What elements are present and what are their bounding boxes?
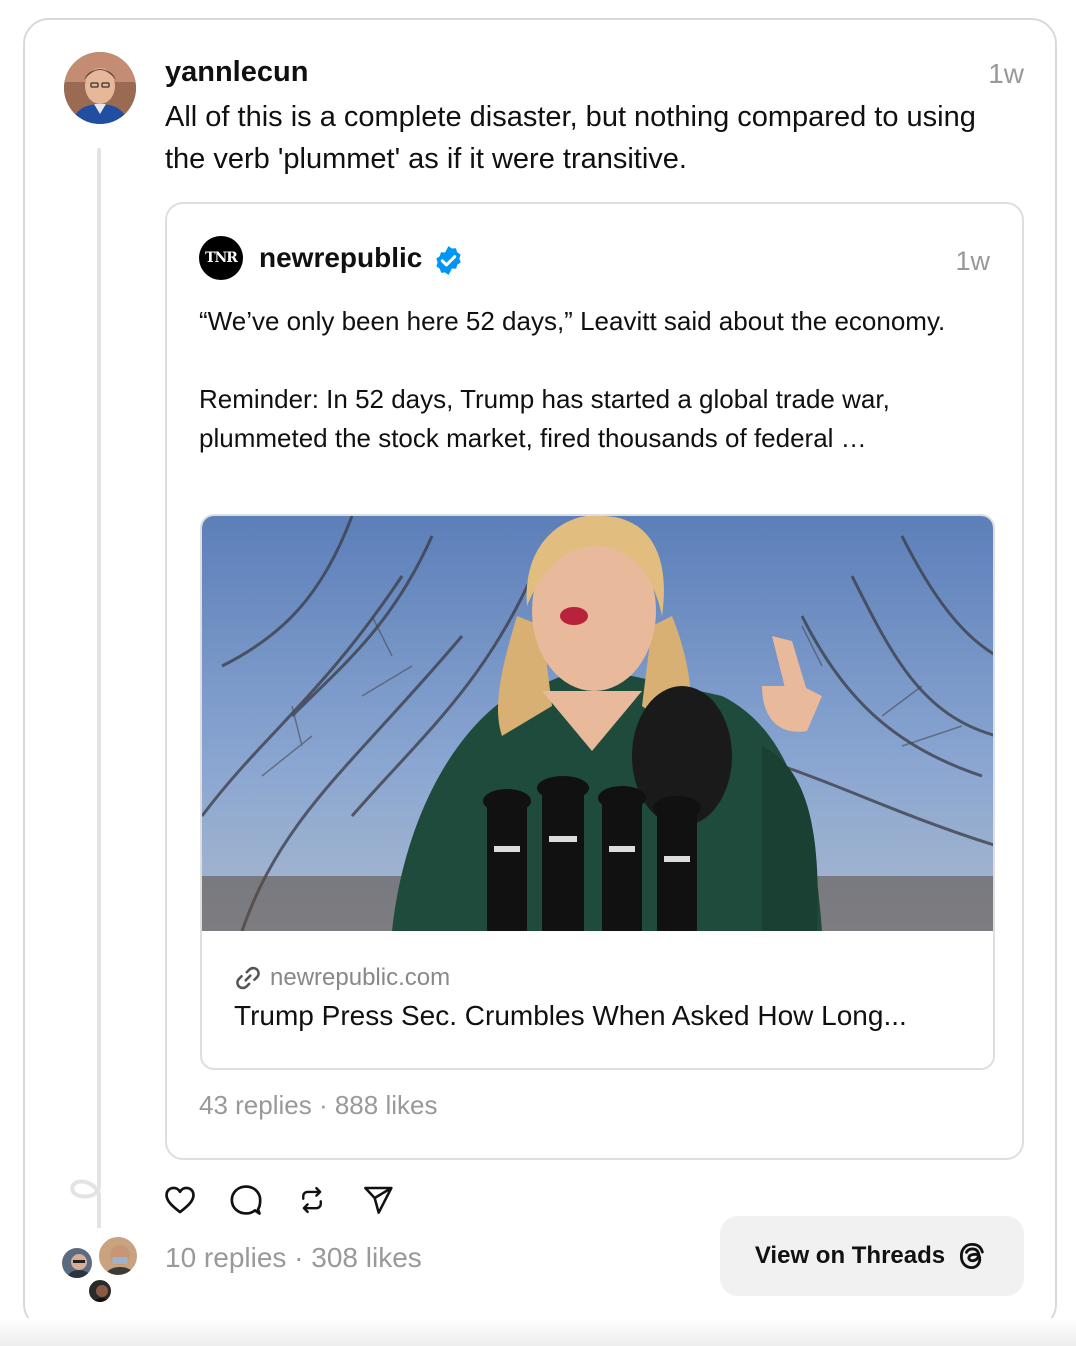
repost-icon <box>302 1186 322 1214</box>
like-button[interactable] <box>160 1180 200 1220</box>
link-domain: newrepublic.com <box>270 964 451 991</box>
author-avatar[interactable] <box>64 52 136 124</box>
link-preview-image <box>202 516 993 931</box>
replier-avatars <box>60 1235 140 1305</box>
quoted-avatar[interactable]: TNR <box>199 236 243 280</box>
heart-icon <box>165 1186 195 1214</box>
post-text: All of this is a complete disaster, but … <box>165 101 976 175</box>
share-button[interactable] <box>358 1180 398 1220</box>
quoted-timestamp: 1w <box>955 246 990 276</box>
thread-line <box>97 148 101 1178</box>
view-on-threads-button[interactable]: View on Threads <box>720 1216 1024 1296</box>
quoted-paragraph: Reminder: In 52 days, Trump has started … <box>199 384 890 453</box>
verified-badge-icon <box>436 246 461 275</box>
share-icon <box>364 1186 393 1214</box>
quoted-paragraph: “We’ve only been here 52 days,” Leavitt … <box>199 306 946 336</box>
post-timestamp: 1w <box>988 58 1024 89</box>
threads-logo-icon <box>960 1242 984 1270</box>
quoted-text: “We’ve only been here 52 days,” Leavitt … <box>199 302 989 458</box>
link-preview-card[interactable]: newrepublic.com Trump Press Sec. Crumble… <box>200 514 995 1070</box>
view-on-threads-label: View on Threads <box>754 1242 946 1269</box>
page-bottom-edge <box>0 1318 1076 1346</box>
quoted-post[interactable]: TNR newrepublic 1w “We’ve only been here… <box>165 202 1024 1160</box>
repost-button[interactable] <box>292 1180 332 1220</box>
reply-button[interactable] <box>226 1180 266 1220</box>
replier-avatar <box>97 1235 139 1277</box>
post-stats[interactable]: 10 replies · 308 likes <box>165 1242 422 1274</box>
quoted-stats[interactable]: 43 replies · 888 likes <box>199 1090 437 1121</box>
comment-icon <box>230 1185 262 1215</box>
quoted-username[interactable]: newrepublic <box>259 242 422 274</box>
link-title[interactable]: Trump Press Sec. Crumbles When Asked How… <box>234 1000 974 1032</box>
thread-loop-icon <box>70 1174 101 1228</box>
link-domain-row: newrepublic.com <box>234 964 450 992</box>
link-icon <box>236 966 260 990</box>
replier-avatar <box>60 1246 94 1280</box>
author-username[interactable]: yannlecun <box>165 56 308 89</box>
replier-avatar <box>87 1278 113 1304</box>
action-bar <box>160 1180 398 1220</box>
